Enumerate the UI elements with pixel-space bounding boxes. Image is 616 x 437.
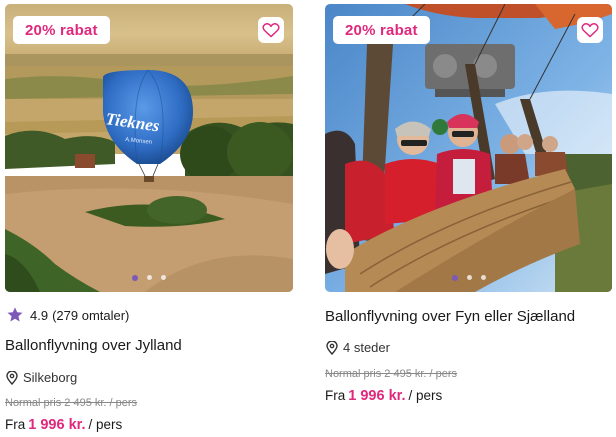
wishlist-button[interactable] [258,17,284,43]
price-prefix: Fra [325,388,346,403]
heart-icon [262,22,280,38]
price-amount: 1 996 kr. [348,388,406,404]
balloon-landscape-photo: Tieknes A.Monsen [5,4,293,292]
price-prefix: Fra [5,417,26,432]
product-image[interactable]: Tieknes A.Monsen 20% rabat [5,4,293,292]
carousel-dot[interactable] [147,275,152,280]
rating: 4.9 (279 omtaler) [6,306,129,324]
normal-price: Normal pris 2 495 kr. / pers [325,368,458,380]
discount-badge: 20% rabat [13,16,110,44]
price: Fra 1 996 kr. / pers [5,417,122,433]
location-text: Silkeborg [23,370,78,385]
location-text: 4 steder [343,340,390,355]
normal-price: Normal pris 2 495 kr. / pers [5,397,138,409]
carousel-dot[interactable] [451,275,458,281]
carousel-dot[interactable] [480,275,486,280]
balloon-basket-photo [325,4,612,292]
carousel-dot[interactable] [132,275,138,281]
price-suffix: / pers [88,417,123,432]
price-suffix: / pers [408,388,443,403]
location-pin-icon [326,340,338,355]
price-amount: 1 996 kr. [28,417,86,433]
heart-icon [581,22,599,38]
product-title[interactable]: Ballonflyvning over Jylland [5,337,182,354]
location-pin-icon [6,370,18,385]
carousel-dot[interactable] [466,275,472,280]
price: Fra 1 996 kr. / pers [325,388,442,404]
wishlist-button[interactable] [577,17,603,43]
discount-badge: 20% rabat [333,16,430,44]
rating-value: 4.9 [30,307,49,323]
carousel-dots[interactable] [5,275,293,281]
product-title[interactable]: Ballonflyvning over Fyn eller Sjælland [325,308,575,325]
carousel-dot[interactable] [161,275,166,280]
product-image[interactable]: 20% rabat [325,4,612,292]
star-icon [7,307,23,322]
location: 4 steder [326,340,390,355]
carousel-dots[interactable] [325,275,612,281]
product-card-jylland[interactable]: Tieknes A.Monsen 20% rabat 4.9 (279 omta… [5,4,293,433]
location: Silkeborg [6,370,77,385]
review-count: (279 omtaler) [52,307,130,323]
product-card-fyn-sjaelland[interactable]: 20% rabat Ballonflyvning over Fyn eller … [325,4,612,404]
